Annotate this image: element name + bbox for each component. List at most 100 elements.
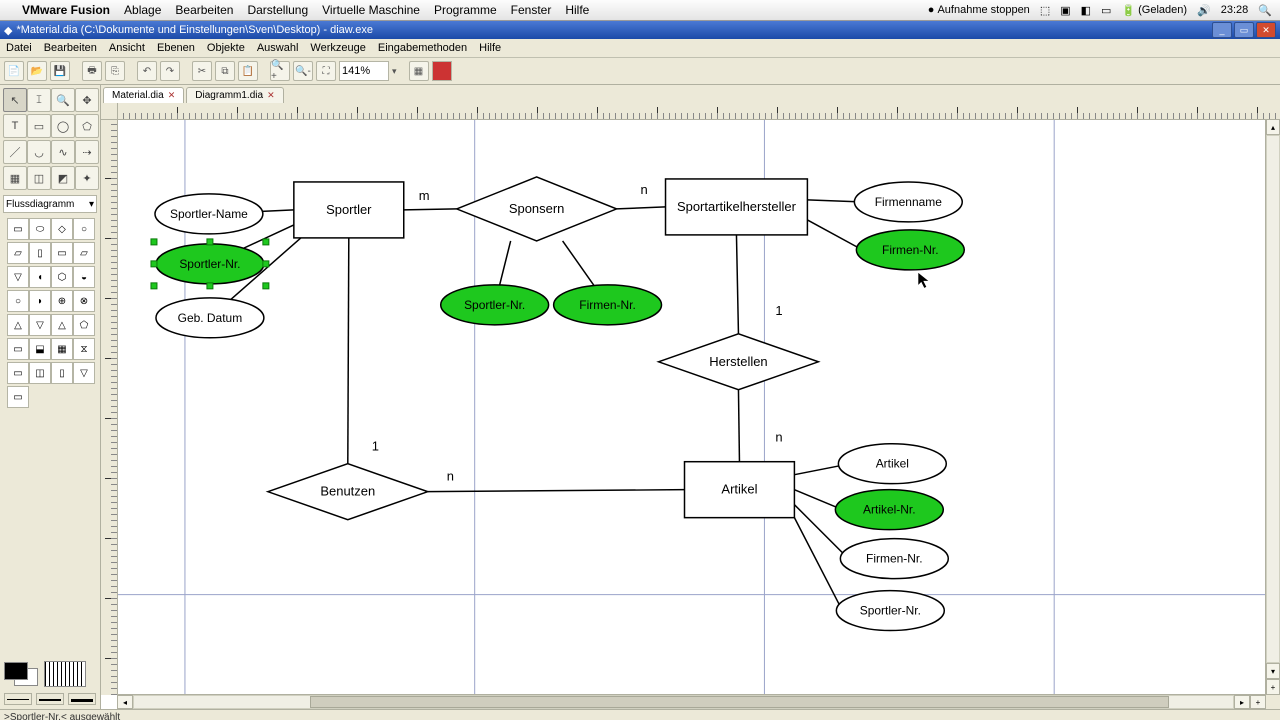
textbox-tool[interactable]: T — [3, 114, 27, 138]
lineweight-thick[interactable] — [68, 693, 96, 705]
cut-button[interactable]: ✂ — [192, 61, 212, 81]
zoom-field[interactable] — [339, 61, 389, 81]
open-button[interactable]: 📂 — [27, 61, 47, 81]
menu-ebenen[interactable]: Ebenen — [157, 42, 195, 54]
menu-werkzeuge[interactable]: Werkzeuge — [310, 42, 365, 54]
tab-diagramm1[interactable]: Diagramm1.dia✕ — [186, 87, 283, 103]
shape-db[interactable]: ⬓ — [29, 338, 51, 360]
line-tool[interactable]: ／ — [3, 140, 27, 164]
shape-collate[interactable]: ⧖ — [73, 338, 95, 360]
shape-intern[interactable]: ▦ — [51, 338, 73, 360]
shape-merge[interactable]: ▽ — [29, 314, 51, 336]
ruler-horizontal[interactable] — [117, 103, 1280, 120]
diagram-canvas[interactable]: SportlerSportartikelherstellerArtikelSpo… — [117, 119, 1280, 695]
scroll-thumb[interactable] — [310, 696, 1169, 708]
scroll-right-icon[interactable]: ▸ — [1234, 695, 1250, 709]
clock[interactable]: 23:28 — [1221, 4, 1249, 16]
menu-ansicht[interactable]: Ansicht — [109, 42, 145, 54]
shape-decision[interactable]: ◇ — [51, 218, 73, 240]
menu-eingabe[interactable]: Eingabemethoden — [378, 42, 467, 54]
shape-extra1[interactable]: ▭ — [7, 362, 29, 384]
shape-extra3[interactable]: ▯ — [51, 362, 73, 384]
curve-tool[interactable]: ∿ — [51, 140, 75, 164]
zoomout-button[interactable]: 🔍- — [293, 61, 313, 81]
paste-button[interactable]: 📋 — [238, 61, 258, 81]
maximize-button[interactable]: ▭ — [1234, 22, 1254, 38]
minimize-button[interactable]: _ — [1212, 22, 1232, 38]
lineweight-thin[interactable] — [4, 693, 32, 705]
er-attribute[interactable]: Sportler-Nr. — [836, 591, 944, 631]
shape-library-select[interactable]: Flussdiagramm▾ — [3, 195, 97, 213]
color-swatch-button[interactable] — [432, 61, 452, 81]
shape-card[interactable]: ▭ — [7, 338, 29, 360]
copy-button[interactable]: ⧉ — [215, 61, 235, 81]
pattern-swatch[interactable] — [44, 661, 86, 687]
selection-handle[interactable] — [151, 283, 157, 289]
shape-or[interactable]: ⊕ — [51, 290, 73, 312]
arc-tool[interactable]: ◡ — [27, 140, 51, 164]
zoom-tool[interactable]: 🔍 — [51, 88, 75, 112]
shape-tool-1[interactable]: ◫ — [27, 166, 51, 190]
print-button[interactable]: 🖶 — [82, 61, 102, 81]
connector-tool[interactable]: ⇢ — [75, 140, 99, 164]
shape-predef[interactable]: ▯ — [29, 242, 51, 264]
menu-darstellung[interactable]: Darstellung — [247, 3, 308, 17]
zoom-dropdown-icon[interactable]: ▾ — [392, 66, 397, 77]
shape-delay[interactable]: ◗ — [29, 290, 51, 312]
fg-bg-swatch[interactable] — [4, 662, 38, 686]
menu-fenster[interactable]: Fenster — [511, 3, 552, 17]
er-attribute[interactable]: Firmen-Nr. — [554, 285, 662, 325]
app-name[interactable]: VMware Fusion — [22, 3, 110, 17]
record-status[interactable]: ● Aufnahme stoppen — [928, 4, 1030, 16]
er-attribute[interactable]: Sportler-Nr. — [156, 244, 264, 284]
menubar-icon[interactable]: ▣ — [1060, 4, 1070, 17]
er-attribute[interactable]: Firmen-Nr. — [856, 230, 964, 270]
tab-material[interactable]: Material.dia✕ — [103, 87, 184, 103]
er-attribute[interactable]: Firmen-Nr. — [840, 539, 948, 579]
shape-offpage[interactable]: ⬠ — [73, 314, 95, 336]
menu-objekte[interactable]: Objekte — [207, 42, 245, 54]
er-attribute[interactable]: Geb. Datum — [156, 298, 264, 338]
menubar-icon[interactable]: ⬚ — [1040, 4, 1050, 17]
redo-button[interactable]: ↷ — [160, 61, 180, 81]
shape-sum[interactable]: ⊗ — [73, 290, 95, 312]
display-icon[interactable]: ▭ — [1101, 4, 1111, 17]
scroll-add-icon[interactable]: + — [1266, 679, 1280, 695]
scroll-add-icon[interactable]: + — [1250, 695, 1266, 709]
text-tool[interactable]: 𝙸 — [27, 88, 51, 112]
ellipse-tool[interactable]: ◯ — [51, 114, 75, 138]
close-icon[interactable]: ✕ — [168, 90, 176, 101]
shape-io[interactable]: ▱ — [7, 242, 29, 264]
shape-extra5[interactable]: ▭ — [7, 386, 29, 408]
image-tool[interactable]: ▦ — [3, 166, 27, 190]
shape-manual[interactable]: ▽ — [7, 266, 29, 288]
selection-handle[interactable] — [207, 283, 213, 289]
export-button[interactable]: ⎘ — [105, 61, 125, 81]
menubar-icon[interactable]: ◧ — [1081, 4, 1091, 17]
er-attribute[interactable]: Sportler-Nr. — [441, 285, 549, 325]
shape-prep[interactable]: ⬡ — [51, 266, 73, 288]
close-button[interactable]: ✕ — [1256, 22, 1276, 38]
save-button[interactable]: 💾 — [50, 61, 70, 81]
scrollbar-horizontal[interactable]: ◂ ▸ + — [117, 694, 1266, 709]
er-attribute[interactable]: Artikel — [838, 444, 946, 484]
menu-ablage[interactable]: Ablage — [124, 3, 161, 17]
shape-tool-3[interactable]: ✦ — [75, 166, 99, 190]
lineweight-med[interactable] — [36, 693, 64, 705]
pointer-tool[interactable]: ↖ — [3, 88, 27, 112]
shape-sort[interactable]: △ — [7, 314, 29, 336]
shape-tape[interactable]: ○ — [7, 290, 29, 312]
er-attribute[interactable]: Firmenname — [854, 182, 962, 222]
selection-handle[interactable] — [263, 283, 269, 289]
polygon-tool[interactable]: ⬠ — [75, 114, 99, 138]
close-icon[interactable]: ✕ — [267, 90, 275, 101]
scroll-down-icon[interactable]: ▾ — [1266, 663, 1280, 679]
new-button[interactable]: 📄 — [4, 61, 24, 81]
menu-vm[interactable]: Virtuelle Maschine — [322, 3, 420, 17]
menu-hilfe-app[interactable]: Hilfe — [479, 42, 501, 54]
shape-terminator[interactable]: ⬭ — [29, 218, 51, 240]
grid-button[interactable]: ▦ — [409, 61, 429, 81]
shape-display[interactable]: ◖ — [29, 266, 51, 288]
shape-storage[interactable]: ◒ — [73, 266, 95, 288]
scrollbar-vertical[interactable]: ▴ ▾ + — [1265, 119, 1280, 695]
